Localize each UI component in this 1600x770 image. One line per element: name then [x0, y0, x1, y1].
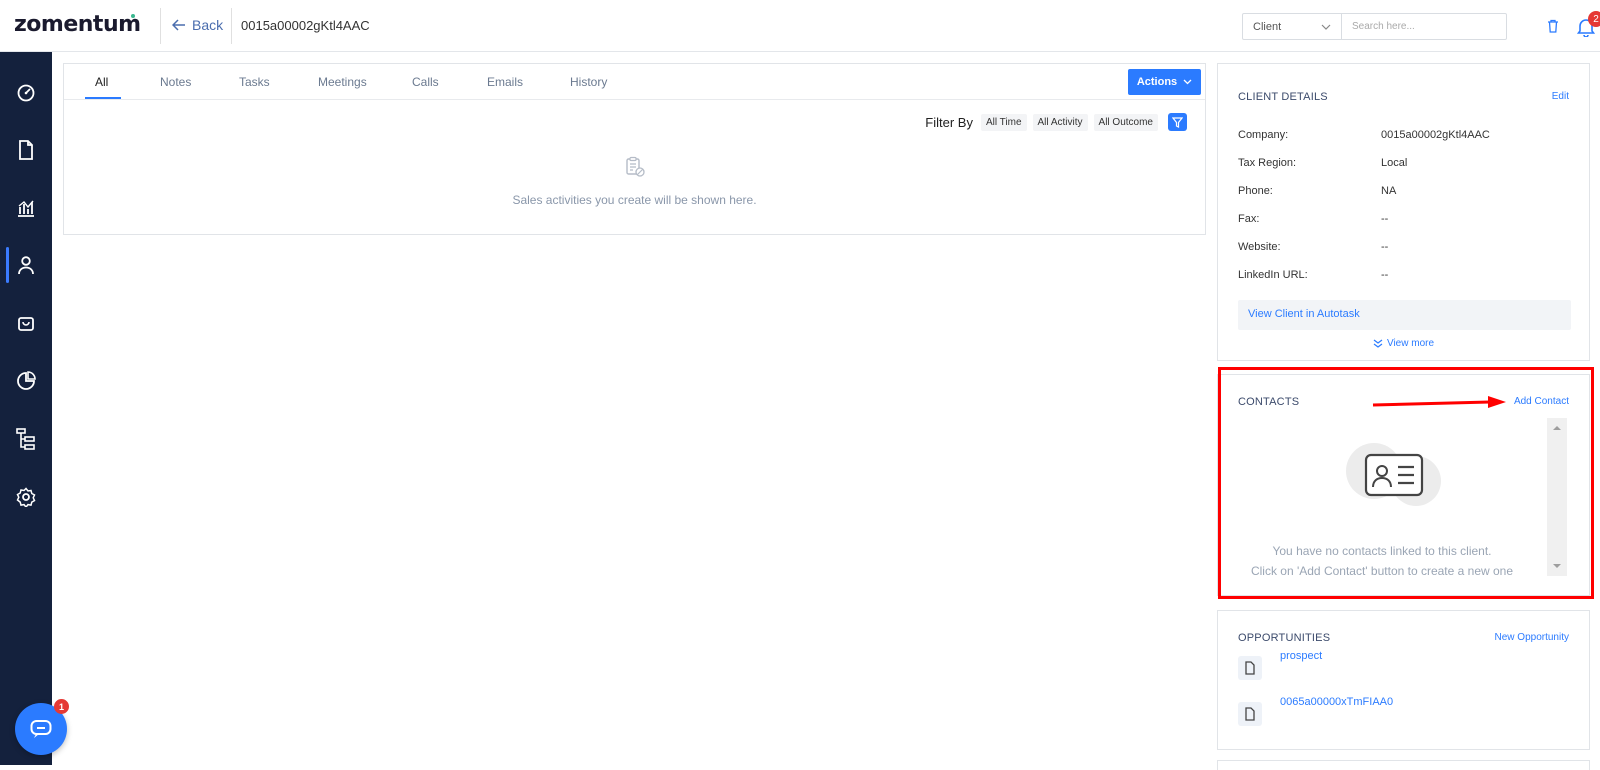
document-icon — [1238, 702, 1262, 726]
sidebar — [0, 52, 52, 765]
detail-value: Local — [1381, 157, 1408, 169]
active-tab-indicator — [85, 97, 121, 99]
detail-value: 0015a00002gKtl4AAC — [1381, 129, 1490, 141]
chevron-down-icon — [1183, 79, 1192, 85]
clipboard-empty-icon — [626, 156, 645, 177]
hierarchy-icon — [16, 428, 35, 450]
sidebar-item-hierarchy[interactable] — [0, 419, 52, 459]
top-header: zomentum Back 0015a00002gKtl4AAC Client … — [0, 0, 1600, 52]
chevron-down-icon — [1321, 24, 1331, 30]
client-details-title: CLIENT DETAILS — [1238, 91, 1328, 103]
opportunity-item[interactable]: prospect — [1238, 650, 1322, 680]
tab-calls[interactable]: Calls — [412, 75, 439, 89]
detail-label: Tax Region: — [1238, 157, 1297, 169]
tab-notes[interactable]: Notes — [160, 75, 191, 89]
header-divider — [160, 8, 161, 44]
opportunities-card: OPPORTUNITIES New Opportunity prospect 0… — [1217, 610, 1590, 750]
analytics-icon — [18, 200, 34, 217]
document-icon — [1238, 656, 1262, 680]
detail-value: NA — [1381, 185, 1397, 197]
scroll-down-icon — [1553, 564, 1561, 568]
edit-client-link[interactable]: Edit — [1552, 91, 1569, 102]
contact-card-icon — [1346, 443, 1441, 506]
contacts-empty-line1: You have no contacts linked to this clie… — [1272, 544, 1492, 558]
chat-icon — [30, 720, 52, 738]
chevron-double-down-icon — [1373, 339, 1383, 348]
filter-button[interactable] — [1168, 113, 1187, 131]
zomentum-logo[interactable]: zomentum — [14, 12, 141, 37]
shopping-bag-icon — [18, 317, 34, 331]
user-icon — [18, 256, 34, 275]
detail-value: -- — [1381, 241, 1389, 253]
notification-badge: 2 — [1588, 11, 1600, 27]
sidebar-item-settings[interactable] — [0, 477, 52, 517]
header-divider — [231, 8, 232, 44]
filter-activity[interactable]: All Activity — [1032, 113, 1088, 131]
detail-value: -- — [1381, 213, 1389, 225]
view-more-label: View more — [1386, 338, 1435, 349]
view-more-link[interactable]: View more — [1218, 338, 1589, 349]
activity-panel: All Notes Tasks Meetings Calls Emails Hi… — [63, 63, 1206, 235]
new-opportunity-link[interactable]: New Opportunity — [1495, 632, 1569, 643]
sidebar-item-dashboard[interactable] — [0, 73, 52, 113]
tab-history[interactable]: History — [570, 75, 607, 89]
sidebar-item-analytics[interactable] — [0, 188, 52, 228]
detail-label: Company: — [1238, 129, 1289, 141]
sidebar-item-documents[interactable] — [0, 130, 52, 170]
add-contact-link[interactable]: Add Contact — [1514, 396, 1569, 407]
next-card-edge — [1217, 760, 1590, 770]
contacts-empty-line2: Click on 'Add Contact' button to create … — [1250, 564, 1514, 578]
opportunity-name: prospect — [1280, 650, 1323, 662]
document-icon — [19, 140, 33, 160]
sidebar-item-clients[interactable] — [0, 245, 52, 285]
trash-icon[interactable] — [1547, 19, 1559, 33]
contacts-scrollbar[interactable] — [1547, 418, 1567, 576]
settings-icon — [16, 487, 36, 507]
sidebar-item-reports[interactable] — [0, 361, 52, 401]
opportunity-item[interactable]: 0065a00000xTmFIAA0 — [1238, 696, 1393, 726]
contacts-title: CONTACTS — [1238, 396, 1300, 408]
opportunities-title: OPPORTUNITIES — [1238, 632, 1331, 644]
activity-tabs: All Notes Tasks Meetings Calls Emails Hi… — [64, 64, 1205, 100]
activity-empty-text: Sales activities you create will be show… — [512, 193, 757, 207]
record-title: 0015a00002gKtl4AAC — [241, 18, 370, 33]
view-in-autotask-link[interactable]: View Client in Autotask — [1238, 300, 1571, 330]
dashboard-icon — [17, 84, 35, 102]
tab-meetings[interactable]: Meetings — [318, 75, 367, 89]
detail-label: Phone: — [1238, 185, 1273, 197]
tab-emails[interactable]: Emails — [487, 75, 523, 89]
back-button[interactable]: Back — [172, 17, 223, 33]
filter-outcome[interactable]: All Outcome — [1093, 113, 1158, 131]
tab-tasks[interactable]: Tasks — [239, 75, 270, 89]
detail-value: -- — [1381, 269, 1389, 281]
filter-time[interactable]: All Time — [980, 113, 1027, 131]
actions-label: Actions — [1136, 76, 1178, 88]
pie-chart-icon — [17, 371, 36, 390]
actions-button[interactable]: Actions — [1128, 69, 1201, 95]
tab-all[interactable]: All — [95, 75, 108, 89]
funnel-icon — [1172, 116, 1183, 128]
activity-filters: Filter By All Time All Activity All Outc… — [925, 113, 1187, 131]
detail-label: Website: — [1238, 241, 1281, 253]
back-label: Back — [192, 17, 224, 33]
detail-label: LinkedIn URL: — [1238, 269, 1308, 281]
search-scope-select[interactable]: Client — [1242, 13, 1342, 40]
annotation-arrow-icon — [1372, 396, 1506, 408]
filter-label: Filter By — [925, 114, 973, 130]
global-search-input[interactable] — [1341, 13, 1507, 40]
opportunity-name: 0065a00000xTmFIAA0 — [1280, 696, 1394, 708]
sidebar-item-products[interactable] — [0, 303, 52, 343]
detail-label: Fax: — [1238, 213, 1260, 225]
client-details-card: CLIENT DETAILS Edit Company: 0015a00002gK… — [1217, 63, 1590, 361]
chat-badge: 1 — [54, 699, 69, 714]
contacts-empty-text: You have no contacts linked to this clie… — [1218, 541, 1546, 581]
arrow-left-icon — [172, 19, 185, 31]
scroll-up-icon — [1553, 426, 1561, 430]
scope-select-value: Client — [1253, 20, 1282, 33]
